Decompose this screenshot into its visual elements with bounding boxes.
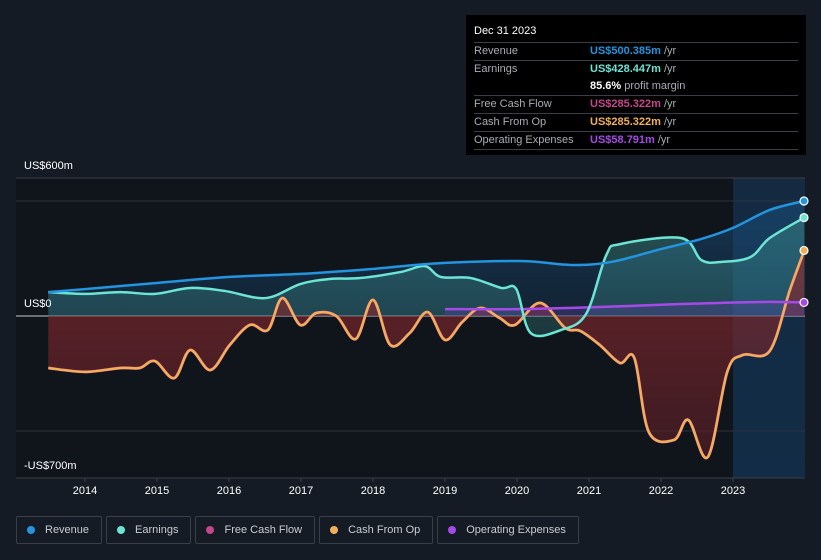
legend-dot-icon [117,526,126,534]
tooltip-label: Revenue [474,45,519,57]
end-marker-earnings [799,212,809,223]
x-tick-label: 2014 [72,485,98,497]
legend-label: Earnings [135,524,179,536]
y-tick-label-top: US$600m [24,160,73,172]
legend-dot-icon [330,526,339,534]
y-tick-label-bottom: -US$700m [24,460,77,472]
legend-dot-icon [27,526,35,534]
legend-label: Free Cash Flow [224,524,303,536]
tooltip-label: Cash From Op [474,116,547,128]
tooltip-row-free-cash-flow: Free Cash Flow US$285.322m /yr [474,95,798,113]
legend-item-earnings[interactable]: Earnings [106,516,192,544]
tooltip-panel: Dec 31 2023 Revenue US$500.385m /yr Earn… [466,15,806,155]
profit-margin-value: 85.6% [590,80,622,92]
legend-item-free-cash-flow[interactable]: Free Cash Flow [195,516,316,544]
legend-label: Cash From Op [348,524,421,536]
x-tick-label: 2018 [360,485,386,497]
tooltip-unit: /yr [657,134,671,146]
legend-label: Revenue [45,524,90,536]
legend-label: Operating Expenses [466,524,566,536]
tooltip-label: Earnings [474,63,518,75]
end-marker-cash-from-op [799,245,809,256]
tooltip-value: US$58.791m [590,134,655,146]
x-tick-label: 2016 [216,485,242,497]
tooltip-date: Dec 31 2023 [474,25,537,37]
x-tick-label: 2021 [576,485,602,497]
tooltip-row-profit-margin: 85.6% profit margin [474,78,798,95]
x-tick-label: 2015 [144,485,170,497]
tooltip-divider [474,149,798,151]
x-tick-label: 2020 [504,485,530,497]
legend-dot-icon [206,526,215,534]
x-tick-label: 2023 [720,485,746,497]
tooltip-value: US$285.322m [590,98,661,110]
legend-item-cash-from-op[interactable]: Cash From Op [319,516,434,544]
tooltip-value: US$500.385m [590,45,661,57]
legend-item-operating-expenses[interactable]: Operating Expenses [437,516,579,544]
x-tick-label: 2017 [288,485,314,497]
legend-dot-icon [448,526,457,534]
profit-margin-label: profit margin [624,80,686,92]
legend-item-revenue[interactable]: Revenue [16,516,103,544]
y-tick-label-zero: US$0 [24,298,52,310]
end-marker-operating-expenses [799,297,809,308]
tooltip-label [474,78,590,95]
tooltip-unit: /yr [663,116,677,128]
tooltip-row-operating-expenses: Operating Expenses US$58.791m /yr [474,131,798,149]
tooltip-label: Free Cash Flow [474,98,552,110]
x-tick-label: 2019 [432,485,458,497]
tooltip-row-cash-from-op: Cash From Op US$285.322m /yr [474,113,798,131]
tooltip-row-earnings: Earnings US$428.447m /yr [474,60,798,78]
tooltip-unit: /yr [663,63,677,75]
tooltip-value: US$285.322m [590,116,661,128]
tooltip-row-revenue: Revenue US$500.385m /yr [474,42,798,60]
chart-legend: Revenue Earnings Free Cash Flow Cash Fro… [16,516,579,544]
end-marker-revenue [799,196,809,206]
tooltip-unit: /yr [663,98,677,110]
tooltip-value: US$428.447m [590,63,661,75]
tooltip-label: Operating Expenses [474,134,574,146]
tooltip-unit: /yr [663,45,677,57]
x-tick-label: 2022 [648,485,674,497]
